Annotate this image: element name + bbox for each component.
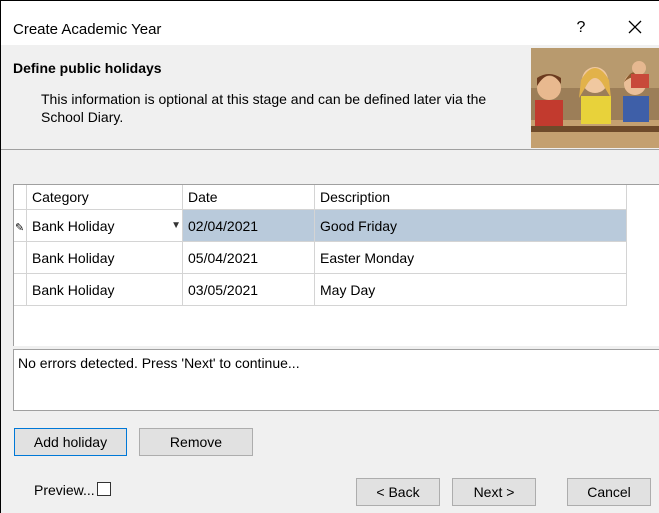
header-row: Category Date Description [14, 185, 627, 210]
holidays-table: Category Date Description ✎ Bank Holiday… [14, 185, 627, 306]
chevron-down-icon[interactable]: ▼ [171, 220, 181, 231]
preview-label: Preview... [34, 482, 95, 498]
page-title: Define public holidays [13, 60, 162, 76]
row-header [14, 273, 27, 306]
table-row[interactable]: Bank Holiday 03/05/2021 May Day [14, 273, 627, 306]
validation-panel: No errors detected. Press 'Next' to cont… [13, 349, 659, 411]
row-header [14, 241, 27, 274]
cancel-button[interactable]: Cancel [567, 478, 651, 506]
preview-option[interactable]: Preview... [34, 482, 111, 498]
column-header-date[interactable]: Date [182, 185, 315, 210]
create-academic-year-dialog: Create Academic Year ? Define public hol… [0, 0, 659, 513]
table-row[interactable]: Bank Holiday 05/04/2021 Easter Monday [14, 241, 627, 274]
back-button[interactable]: < Back [356, 478, 440, 506]
category-value: Bank Holiday [32, 217, 115, 234]
holidays-grid[interactable]: Category Date Description ✎ Bank Holiday… [13, 184, 659, 346]
table-row[interactable]: ✎ Bank Holiday ▼ 02/04/2021 Good Friday [14, 209, 627, 242]
add-holiday-button[interactable]: Add holiday [14, 428, 127, 456]
status-message: No errors detected. Press 'Next' to cont… [18, 355, 300, 371]
classroom-photo [531, 48, 659, 148]
description-cell[interactable]: Good Friday [314, 209, 627, 242]
column-header-category[interactable]: Category [26, 185, 183, 210]
date-cell[interactable]: 02/04/2021 [182, 209, 315, 242]
category-cell[interactable]: Bank Holiday ▼ [26, 209, 183, 242]
preview-checkbox[interactable] [96, 482, 111, 496]
wizard-header: Define public holidays This information … [1, 45, 659, 150]
date-cell[interactable]: 03/05/2021 [182, 273, 315, 306]
window-title: Create Academic Year [13, 21, 162, 38]
remove-button[interactable]: Remove [139, 428, 253, 456]
next-button[interactable]: Next > [452, 478, 536, 506]
page-description: This information is optional at this sta… [41, 91, 487, 125]
help-button[interactable]: ? [569, 19, 593, 37]
row-header-edit: ✎ [14, 209, 27, 242]
row-header-corner [14, 185, 27, 210]
title-bar: Create Academic Year ? [1, 1, 659, 45]
category-cell[interactable]: Bank Holiday [26, 273, 183, 306]
pencil-icon: ✎ [15, 221, 25, 234]
category-cell[interactable]: Bank Holiday [26, 241, 183, 274]
description-cell[interactable]: Easter Monday [314, 241, 627, 274]
description-cell[interactable]: May Day [314, 273, 627, 306]
column-header-description[interactable]: Description [314, 185, 627, 210]
date-cell[interactable]: 05/04/2021 [182, 241, 315, 274]
close-icon[interactable] [623, 17, 647, 37]
